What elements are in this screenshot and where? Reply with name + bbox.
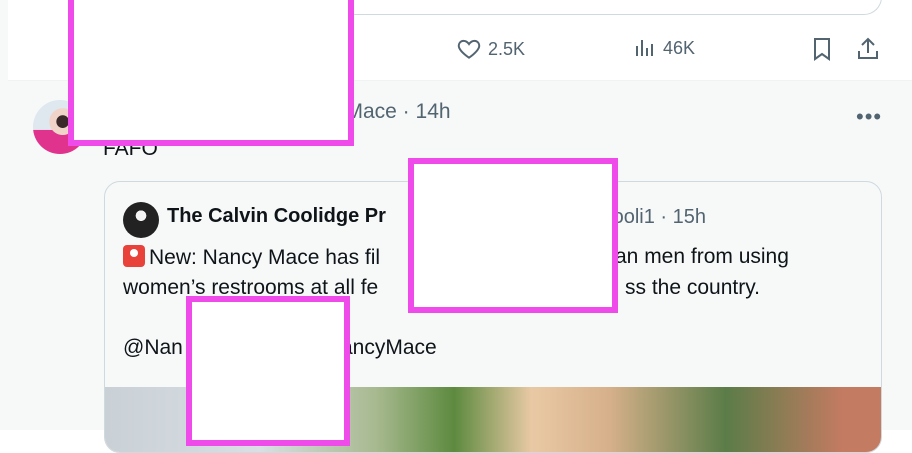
redaction-box [68,0,354,146]
quote-text-line-1: New: Nancy Mace has fil [123,245,380,270]
quote-line-2-end: ss the country. [625,276,761,299]
more-icon[interactable]: ••• [856,104,882,130]
quote-line-3-end[interactable]: ancyMace [341,336,437,360]
views-button[interactable]: 46K [633,36,695,60]
redaction-box [408,158,618,313]
heart-icon [457,39,481,59]
quote-display-name[interactable]: The Calvin Coolidge Pr [167,205,386,228]
views-icon [636,40,653,56]
quote-line-1-end: an men from using [615,245,789,268]
siren-icon [123,245,145,267]
share-icon [858,37,878,59]
views-count: 46K [663,37,696,58]
bookmark-icon [814,38,830,61]
like-button[interactable]: 2.5K [456,36,525,62]
share-button[interactable] [856,36,880,62]
bookmark-button[interactable] [810,36,834,62]
like-count: 2.5K [488,38,526,59]
redaction-box [186,296,350,446]
quote-line-1-start: New: Nancy Mace has fil [149,246,381,269]
quote-line-3-start[interactable]: @Nan [123,336,183,360]
quote-avatar [123,202,159,238]
